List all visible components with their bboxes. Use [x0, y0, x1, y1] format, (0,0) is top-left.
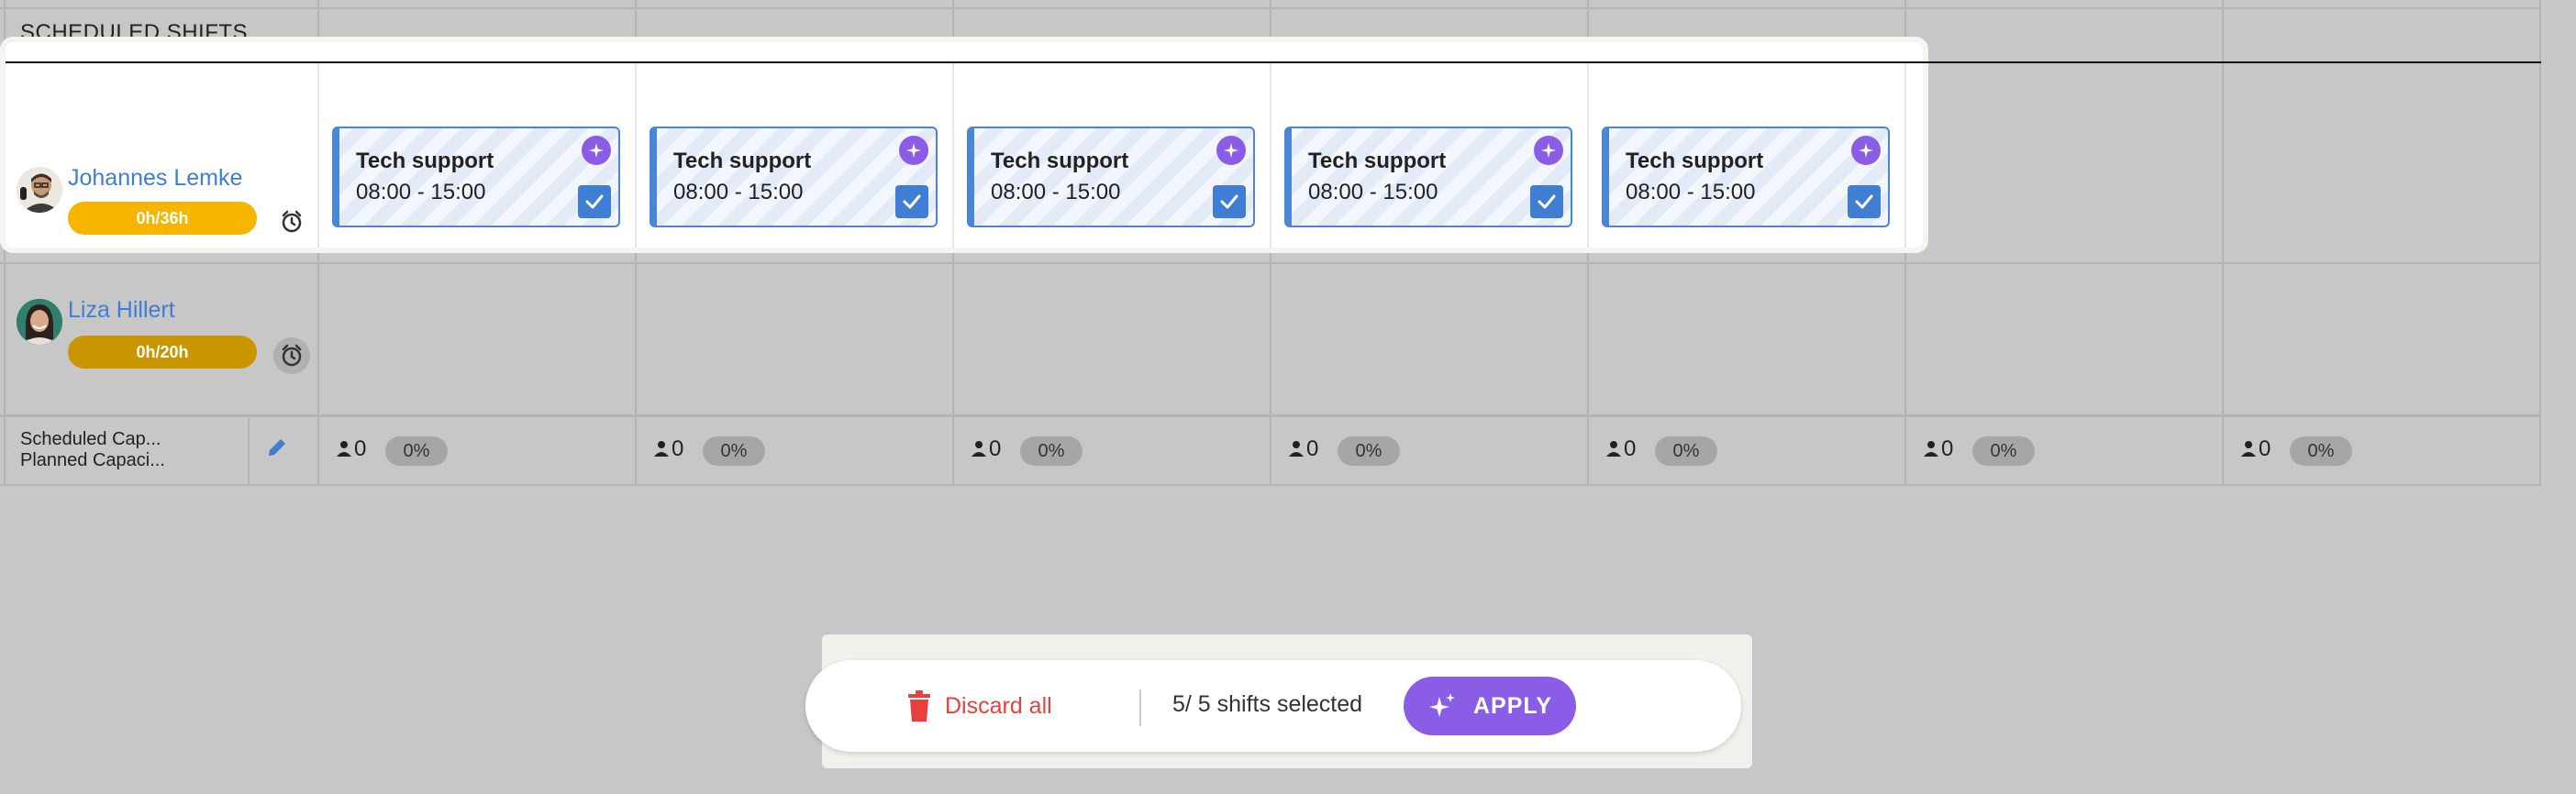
capacity-percent-badge: 0%	[1338, 436, 1400, 466]
person-icon	[1606, 441, 1621, 457]
employee-name[interactable]: Liza Hillert	[68, 297, 175, 324]
shift-time: 08:00 - 15:00	[673, 180, 804, 204]
sparkle-icon	[582, 136, 611, 165]
hours-badge: 0h/36h	[68, 202, 257, 235]
avatar[interactable]	[17, 299, 62, 345]
apply-button[interactable]: APPLY	[1404, 677, 1576, 735]
shift-card[interactable]: Tech support 08:00 - 15:00	[1284, 127, 1572, 227]
day-divider	[1270, 62, 1271, 248]
discard-all-label: Discard all	[945, 692, 1052, 719]
employee-johannes-lemke: Johannes Lemke 0h/36h	[6, 97, 317, 244]
avatar-image	[17, 299, 62, 345]
sparkle-icon	[1428, 693, 1455, 717]
employee-liza-hillert: Liza Hillert 0h/20h	[6, 271, 317, 418]
selection-count: 5/ 5 shifts selected	[1172, 691, 1363, 717]
shift-select-checkbox[interactable]	[1213, 185, 1246, 218]
capacity-percent-badge: 0%	[385, 436, 448, 466]
shift-time: 08:00 - 15:00	[1626, 180, 1756, 204]
capacity-count: 0	[2240, 436, 2271, 462]
shift-name: Tech support	[1626, 149, 1764, 173]
employee-row-highlight: Johannes Lemke 0h/36h Tech support 08:00…	[6, 42, 1923, 248]
grid-line	[0, 484, 2541, 486]
header-divider	[6, 61, 2541, 63]
capacity-count: 0	[971, 436, 1001, 462]
capacity-count-value: 0	[672, 436, 684, 461]
shift-select-checkbox[interactable]	[578, 185, 611, 218]
apply-label: APPLY	[1472, 692, 1553, 719]
shift-time: 08:00 - 15:00	[1308, 180, 1438, 204]
capacity-percent-badge: 0%	[1972, 436, 2035, 466]
grid-line	[2539, 0, 2541, 486]
checkmark-icon	[585, 194, 604, 209]
shift-name: Tech support	[673, 149, 812, 173]
grid-line	[0, 262, 2541, 264]
checkmark-icon	[1538, 194, 1556, 209]
day-divider	[952, 62, 954, 248]
shift-card[interactable]: Tech support 08:00 - 15:00	[650, 127, 938, 227]
person-icon	[972, 441, 986, 457]
pencil-icon[interactable]	[264, 435, 290, 465]
scheduled-capacity-label: Scheduled Cap...	[20, 429, 161, 449]
shift-card[interactable]: Tech support 08:00 - 15:00	[332, 127, 620, 227]
capacity-count-value: 0	[2259, 436, 2271, 461]
person-icon	[337, 441, 351, 457]
capacity-percent-badge: 0%	[1020, 436, 1083, 466]
shift-time: 08:00 - 15:00	[356, 180, 486, 204]
grid-line	[0, 414, 2541, 417]
avatar-image	[17, 167, 62, 213]
capacity-count: 0	[1288, 436, 1318, 462]
shift-select-checkbox[interactable]	[1848, 185, 1881, 218]
capacity-percent-badge: 0%	[2290, 436, 2352, 466]
capacity-count-value: 0	[1624, 436, 1637, 461]
capacity-count: 0	[1605, 436, 1636, 462]
day-divider	[635, 62, 637, 248]
shift-name: Tech support	[991, 149, 1129, 173]
trash-icon	[908, 690, 930, 722]
shift-time: 08:00 - 15:00	[991, 180, 1121, 204]
capacity-count: 0	[1923, 436, 1953, 462]
shift-select-checkbox[interactable]	[895, 185, 928, 218]
grid-line	[248, 418, 250, 486]
capacity-percent-badge: 0%	[1655, 436, 1717, 466]
sparkle-icon	[1851, 136, 1881, 165]
sparkle-icon	[1216, 136, 1246, 165]
checkmark-icon	[1220, 194, 1238, 209]
alarm-clock-icon[interactable]	[273, 204, 310, 240]
grid-line	[0, 7, 2541, 9]
shift-select-checkbox[interactable]	[1530, 185, 1563, 218]
employee-name[interactable]: Johannes Lemke	[68, 165, 242, 192]
discard-all-button[interactable]: Discard all	[906, 686, 1052, 726]
shift-card[interactable]: Tech support 08:00 - 15:00	[967, 127, 1255, 227]
person-icon	[1289, 441, 1304, 457]
shift-name: Tech support	[1308, 149, 1447, 173]
person-icon	[654, 441, 669, 457]
avatar[interactable]	[17, 167, 62, 213]
sparkle-icon	[1534, 136, 1563, 165]
shift-name: Tech support	[356, 149, 494, 173]
action-bar: Discard all 5/ 5 shifts selected APPLY	[805, 660, 1741, 752]
day-divider	[1904, 62, 1906, 248]
capacity-count: 0	[336, 436, 366, 462]
capacity-percent-badge: 0%	[703, 436, 765, 466]
capacity-count-value: 0	[1306, 436, 1319, 461]
alarm-clock-icon[interactable]	[273, 337, 310, 374]
action-bar-divider	[1139, 689, 1141, 726]
capacity-count: 0	[653, 436, 683, 462]
capacity-count-value: 0	[989, 436, 1002, 461]
sparkle-icon	[899, 136, 928, 165]
grid-line	[2222, 0, 2224, 486]
checkmark-icon	[903, 194, 921, 209]
hours-badge: 0h/20h	[68, 336, 257, 369]
planned-capacity-label: Planned Capaci...	[20, 450, 165, 470]
capacity-count-value: 0	[1941, 436, 1954, 461]
person-icon	[2241, 441, 2256, 457]
shift-card[interactable]: Tech support 08:00 - 15:00	[1602, 127, 1890, 227]
checkmark-icon	[1855, 194, 1873, 209]
day-divider	[317, 62, 319, 248]
capacity-count-value: 0	[354, 436, 367, 461]
day-divider	[1587, 62, 1589, 248]
person-icon	[1924, 441, 1938, 457]
